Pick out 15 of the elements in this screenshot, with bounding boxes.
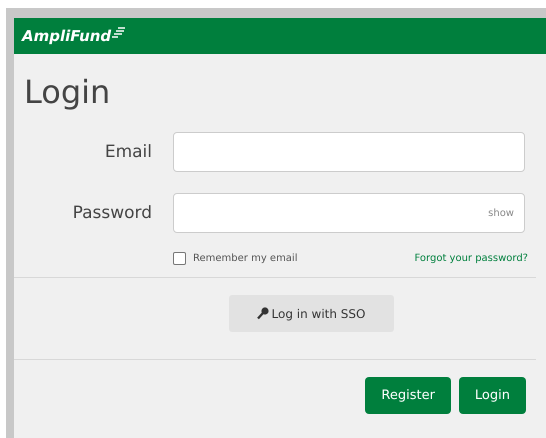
register-button[interactable]: Register <box>365 377 451 414</box>
password-field[interactable]: show <box>173 193 525 233</box>
field-label: Email <box>104 142 152 162</box>
email-field[interactable] <box>173 132 525 172</box>
show-password-link[interactable]: show <box>488 208 514 218</box>
field-label: Password <box>72 203 152 223</box>
sso-button[interactable]: Log in with SSO <box>228 295 394 332</box>
remember-label: Remember my email <box>193 253 298 264</box>
remember-checkbox[interactable] <box>173 252 186 265</box>
logo-text: AmpliFund <box>22 27 112 45</box>
login-button[interactable]: Login <box>458 377 526 414</box>
logo-mark-icon <box>112 26 126 38</box>
page-title: Login <box>24 76 112 108</box>
forgot-password-link[interactable]: Forgot your password? <box>414 253 528 264</box>
key-icon <box>256 307 269 320</box>
